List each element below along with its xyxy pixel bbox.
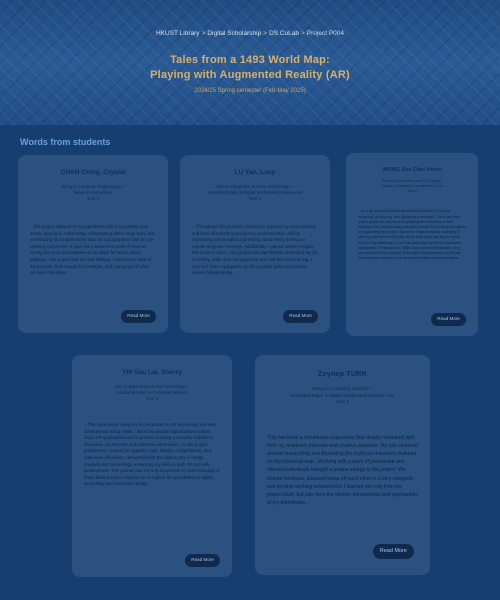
student-name: Zeynep TURK — [317, 369, 368, 378]
breadcrumb-current-project: Project P004 — [306, 30, 345, 37]
student-quote: This has been a remarkable experience th… — [267, 434, 418, 507]
section-title: Words from students — [20, 137, 111, 147]
student-card: WONG Sze Chai Helen BSc in Biochemistry … — [346, 153, 478, 336]
student-program: BEng in Computer Engineering + Minor in … — [61, 184, 125, 201]
page-title-line1: Tales from a 1493 World Map: — [170, 54, 330, 66]
student-quote: ...Throughout this process, I learned to… — [192, 224, 318, 276]
student-quote: ...This experience, being my first expos… — [84, 422, 220, 487]
student-card: YIP Sau Lai, Sherry BSc in Data Science … — [72, 355, 232, 577]
student-program: BSc in Integrative Science and Design + … — [207, 184, 303, 201]
student-quote: ...As a life science student, this was t… — [358, 209, 466, 261]
student-name: LU Yan, Lucy — [234, 169, 276, 176]
student-quote: ...this project allowed me to experiment… — [30, 224, 155, 276]
student-card: LU Yan, Lucy BSc in Integrative Science … — [180, 155, 330, 333]
student-card: Zeynep TURK BEng in Computer Science + E… — [255, 355, 430, 575]
student-program: BSc in Data Science and Technology + Add… — [114, 384, 190, 401]
student-name: YIP Sau Lai, Sherry — [122, 369, 182, 376]
read-more-button[interactable]: Read More — [283, 310, 318, 323]
breadcrumb-ds-colab[interactable]: DS CoLab — [269, 30, 299, 37]
breadcrumb: HKUST Library > Digital Scholarship > DS CoL… — [0, 30, 500, 37]
read-more-button[interactable]: Read More — [372, 543, 414, 559]
breadcrumb-digital-scholarship[interactable]: Digital Scholarship — [207, 30, 261, 37]
read-more-button[interactable]: Read More — [185, 554, 220, 567]
read-more-button[interactable]: Read More — [121, 310, 156, 323]
page-subtitle: 2024/25 Spring semester (Feb-May 2025) — [194, 88, 306, 94]
student-card: CHAN Ching, Crystal BEng in Computer Eng… — [18, 155, 168, 333]
breadcrumb-separator: > — [201, 30, 206, 37]
student-name: WONG Sze Chai Helen — [382, 167, 442, 173]
breadcrumb-separator: > — [301, 30, 305, 37]
read-more-button[interactable]: Read More — [431, 313, 466, 326]
breadcrumb-separator: > — [263, 30, 267, 37]
page-title-line2: Playing with Augmented Reality (AR) — [150, 69, 350, 81]
student-program: BEng in Computer Science + Extended Majo… — [290, 386, 395, 404]
hero-banner: HKUST Library > Digital Scholarship > DS CoL… — [0, 0, 500, 125]
student-name: CHAN Ching, Crystal — [60, 169, 126, 176]
student-program: BSc in Biochemistry and Cell Biology, Sc… — [380, 179, 444, 193]
breadcrumb-library[interactable]: HKUST Library — [156, 30, 200, 37]
